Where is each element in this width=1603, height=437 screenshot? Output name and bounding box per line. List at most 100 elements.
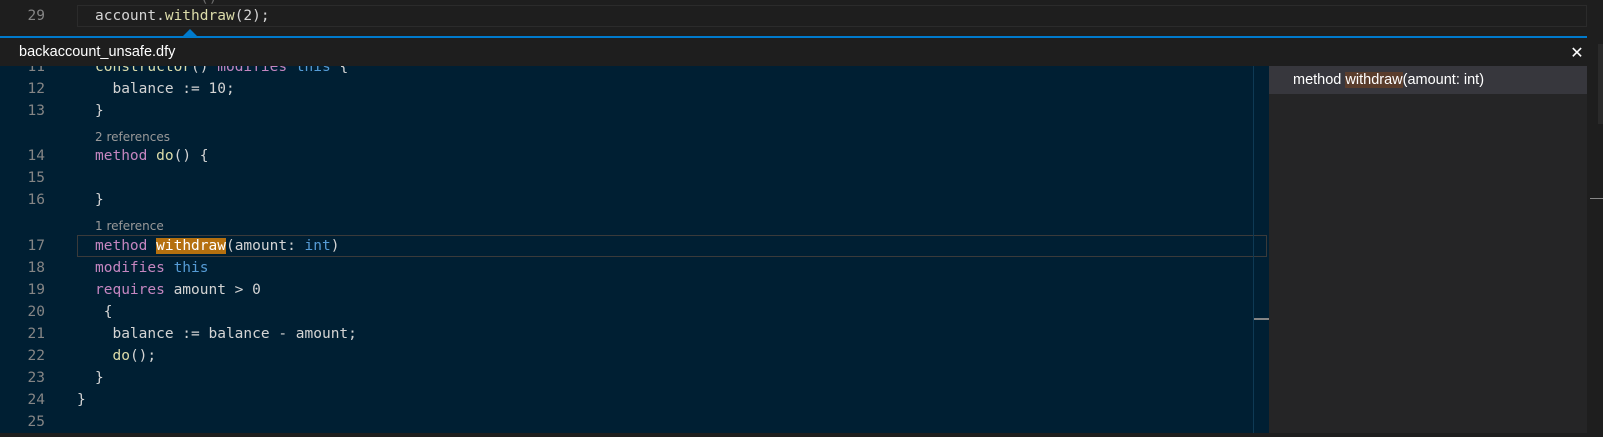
code-text[interactable]: account.withdraw(2); [95, 8, 270, 24]
code-args: (2); [234, 8, 270, 24]
code-token: () [191, 66, 218, 75]
code-text: balance := balance - amount; [95, 323, 357, 345]
peek-pointer-arrow [183, 29, 197, 36]
code-token: this [295, 66, 331, 75]
code-token: (); [129, 348, 157, 364]
references-list: method withdraw(amount: int) [1269, 66, 1587, 433]
code-text: constructor() modifies this { [95, 66, 348, 78]
line-number: 19 [27, 282, 45, 298]
line-number: 23 [27, 370, 45, 386]
code-token: () { [173, 148, 209, 164]
peek-references-widget: backaccount_unsafe.dfy ✕ 2 references 1 … [0, 36, 1603, 433]
code-text: method withdraw(amount: int) [95, 235, 339, 257]
code-token: balance := [95, 81, 209, 97]
line-number: 22 [27, 348, 45, 364]
code-token: balance := balance - amount; [95, 326, 357, 342]
code-token: { [330, 66, 349, 75]
line-number: 13 [27, 103, 45, 119]
line-number: 14 [27, 148, 45, 164]
line-number: 15 [27, 170, 45, 186]
reference-match: withdraw [1345, 72, 1403, 88]
code-line-11[interactable]: 11 constructor() modifies this { [0, 66, 1269, 78]
code-token: modifies [217, 66, 288, 75]
code-text: } [95, 189, 104, 211]
code-token: requires [95, 282, 165, 298]
code-token: method [95, 148, 148, 164]
close-icon[interactable]: ✕ [1567, 41, 1587, 63]
code-line-14[interactable]: 14 method do() { [0, 145, 1269, 167]
code-token: int [304, 238, 331, 254]
line-number: 12 [27, 81, 45, 97]
line-number: 29 [27, 8, 45, 24]
line-number: 11 [27, 66, 45, 75]
code-line-16[interactable]: 16} [0, 189, 1269, 211]
code-object: account [95, 8, 157, 24]
code-text: do(); [95, 345, 156, 367]
search-match: withdraw [156, 238, 226, 254]
line-number: 20 [27, 304, 45, 320]
code-token: { [95, 304, 113, 320]
code-token: } [95, 370, 104, 386]
code-line-12[interactable]: 12 balance := 10; [0, 78, 1269, 100]
reference-prefix: method [1293, 72, 1346, 88]
code-token: ) [330, 238, 340, 254]
peek-file-title[interactable]: backaccount_unsafe.dfy [19, 44, 175, 60]
editor-above-peek: () 29 account.withdraw(2); [0, 0, 1603, 36]
code-line-20[interactable]: 20 { [0, 301, 1269, 323]
code-line-15[interactable]: 15 [0, 167, 1269, 189]
code-line-13[interactable]: 13} [0, 100, 1269, 122]
code-text: requires amount > 0 [95, 279, 261, 301]
code-text: method do() { [95, 145, 209, 167]
reference-item-label: method withdraw(amount: int) [1293, 72, 1484, 88]
code-text: } [77, 389, 86, 411]
editor-line-29[interactable]: 29 account.withdraw(2); [0, 5, 1588, 27]
code-token: } [95, 192, 104, 208]
line-number: 17 [27, 238, 45, 254]
code-line-24[interactable]: 24} [0, 389, 1269, 411]
code-token: ; [225, 81, 235, 97]
line-number: 25 [27, 414, 45, 430]
scrollbar-marker [1590, 198, 1603, 199]
code-line-22[interactable]: 22 do(); [0, 345, 1269, 367]
code-dot: . [156, 8, 165, 24]
code-text: modifies this [95, 257, 209, 279]
code-text: } [95, 100, 104, 122]
line-number: 21 [27, 326, 45, 342]
code-text: { [95, 301, 113, 323]
peek-code-editor[interactable]: 2 references 1 reference 11 constructor()… [0, 66, 1269, 433]
code-token: this [173, 260, 209, 276]
code-line-25[interactable]: 25 [0, 411, 1269, 433]
code-text: balance := 10; [95, 78, 235, 100]
code-line-19[interactable]: 19 requires amount > 0 [0, 279, 1269, 301]
code-line-17[interactable]: 17 method withdraw(amount: int) [0, 235, 1269, 257]
reference-suffix: (amount: int) [1402, 72, 1485, 88]
scrollbar-thumb[interactable] [1598, 44, 1603, 124]
code-line-18[interactable]: 18 modifies this [0, 257, 1269, 279]
code-line-23[interactable]: 23} [0, 367, 1269, 389]
peek-body: 2 references 1 reference 11 constructor()… [0, 66, 1603, 433]
code-function[interactable]: withdraw [165, 8, 235, 24]
code-token: constructor [95, 66, 192, 75]
line-number: 16 [27, 192, 45, 208]
code-token: 10 [208, 81, 226, 97]
code-token: (amount: [225, 238, 305, 254]
peek-header: backaccount_unsafe.dfy ✕ [0, 38, 1603, 66]
code-token: } [77, 392, 86, 408]
line-number: 18 [27, 260, 45, 276]
code-token: } [95, 103, 104, 119]
code-token: do [156, 148, 174, 164]
reference-item-withdraw[interactable]: method withdraw(amount: int) [1269, 66, 1587, 94]
codelens-references-withdraw[interactable]: 1 reference [95, 219, 164, 233]
code-text: } [95, 367, 104, 389]
code-token: modifies [95, 260, 165, 276]
code-token: amount > 0 [164, 282, 261, 298]
code-token: do [112, 348, 130, 364]
code-line-21[interactable]: 21 balance := balance - amount; [0, 323, 1269, 345]
codelens-references-do[interactable]: 2 references [95, 130, 170, 144]
code-token: method [95, 238, 148, 254]
